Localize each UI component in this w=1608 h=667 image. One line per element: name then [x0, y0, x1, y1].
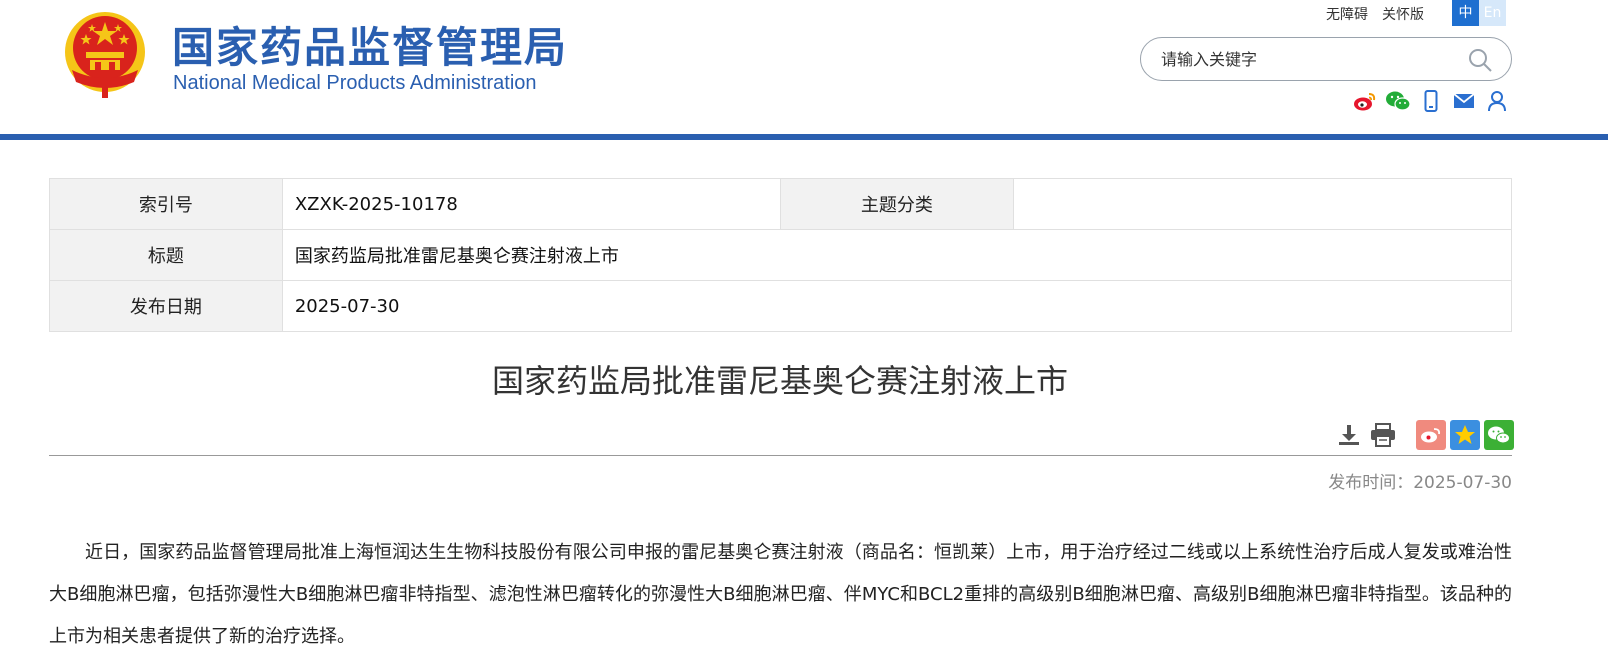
site-header: 国家药品监督管理局 National Medical Products Admi…	[0, 0, 1608, 134]
publish-time-value: 2025-07-30	[1413, 473, 1512, 493]
header-divider-bar	[0, 134, 1608, 140]
topic-category-label: 主题分类	[779, 178, 1015, 230]
mobile-icon[interactable]	[1418, 89, 1444, 113]
social-links	[1352, 89, 1510, 113]
share-wechat-icon[interactable]	[1484, 420, 1514, 450]
article-divider	[49, 455, 1512, 456]
site-title-cn[interactable]: 国家药品监督管理局	[172, 14, 568, 75]
lang-zh-button[interactable]: 中	[1452, 0, 1479, 26]
index-number-value: XZXK-2025-10178	[281, 178, 781, 230]
mail-icon[interactable]	[1451, 89, 1477, 113]
document-info-table: 索引号 XZXK-2025-10178 主题分类 标题 国家药监局批准雷尼基奥仑…	[49, 178, 1513, 332]
publish-time-label: 发布时间：	[1328, 473, 1414, 493]
search-icon[interactable]	[1467, 47, 1493, 73]
national-emblem-logo[interactable]	[62, 8, 148, 100]
wechat-icon[interactable]	[1385, 89, 1411, 113]
article-title: 国家药监局批准雷尼基奥仑赛注射液上市	[491, 362, 1068, 400]
language-switch: 中 En	[1452, 0, 1506, 26]
topic-category-value	[1013, 178, 1512, 230]
table-row: 标题 国家药监局批准雷尼基奥仑赛注射液上市	[49, 229, 1513, 281]
weibo-icon[interactable]	[1352, 89, 1378, 113]
search-input[interactable]	[1161, 47, 1461, 71]
table-row: 发布日期 2025-07-30	[49, 280, 1513, 332]
lang-en-button[interactable]: En	[1479, 0, 1506, 26]
site-title-en[interactable]: National Medical Products Administration	[173, 72, 537, 95]
share-weibo-icon[interactable]	[1416, 420, 1446, 450]
publish-date-value: 2025-07-30	[281, 280, 1513, 332]
title-value: 国家药监局批准雷尼基奥仑赛注射液上市	[281, 229, 1513, 281]
user-icon[interactable]	[1484, 89, 1510, 113]
elderly-mode-link[interactable]: 关怀版	[1382, 4, 1424, 24]
title-label: 标题	[49, 229, 283, 281]
article-body: 近日，国家药品监督管理局批准上海恒润达生生物科技股份有限公司申报的雷尼基奥仑赛注…	[49, 542, 1512, 647]
top-links: 无障碍 关怀版	[1326, 4, 1424, 24]
share-qzone-icon[interactable]	[1450, 420, 1480, 450]
print-icon[interactable]	[1368, 420, 1398, 450]
download-icon[interactable]	[1334, 420, 1364, 450]
publish-time: 发布时间：2025-07-30	[1328, 468, 1512, 493]
article-toolbar	[1330, 420, 1514, 450]
accessibility-link[interactable]: 无障碍	[1326, 4, 1368, 24]
table-row: 索引号 XZXK-2025-10178 主题分类	[49, 178, 1512, 230]
publish-date-label: 发布日期	[49, 280, 283, 332]
search-box	[1140, 37, 1512, 81]
index-number-label: 索引号	[49, 178, 283, 230]
